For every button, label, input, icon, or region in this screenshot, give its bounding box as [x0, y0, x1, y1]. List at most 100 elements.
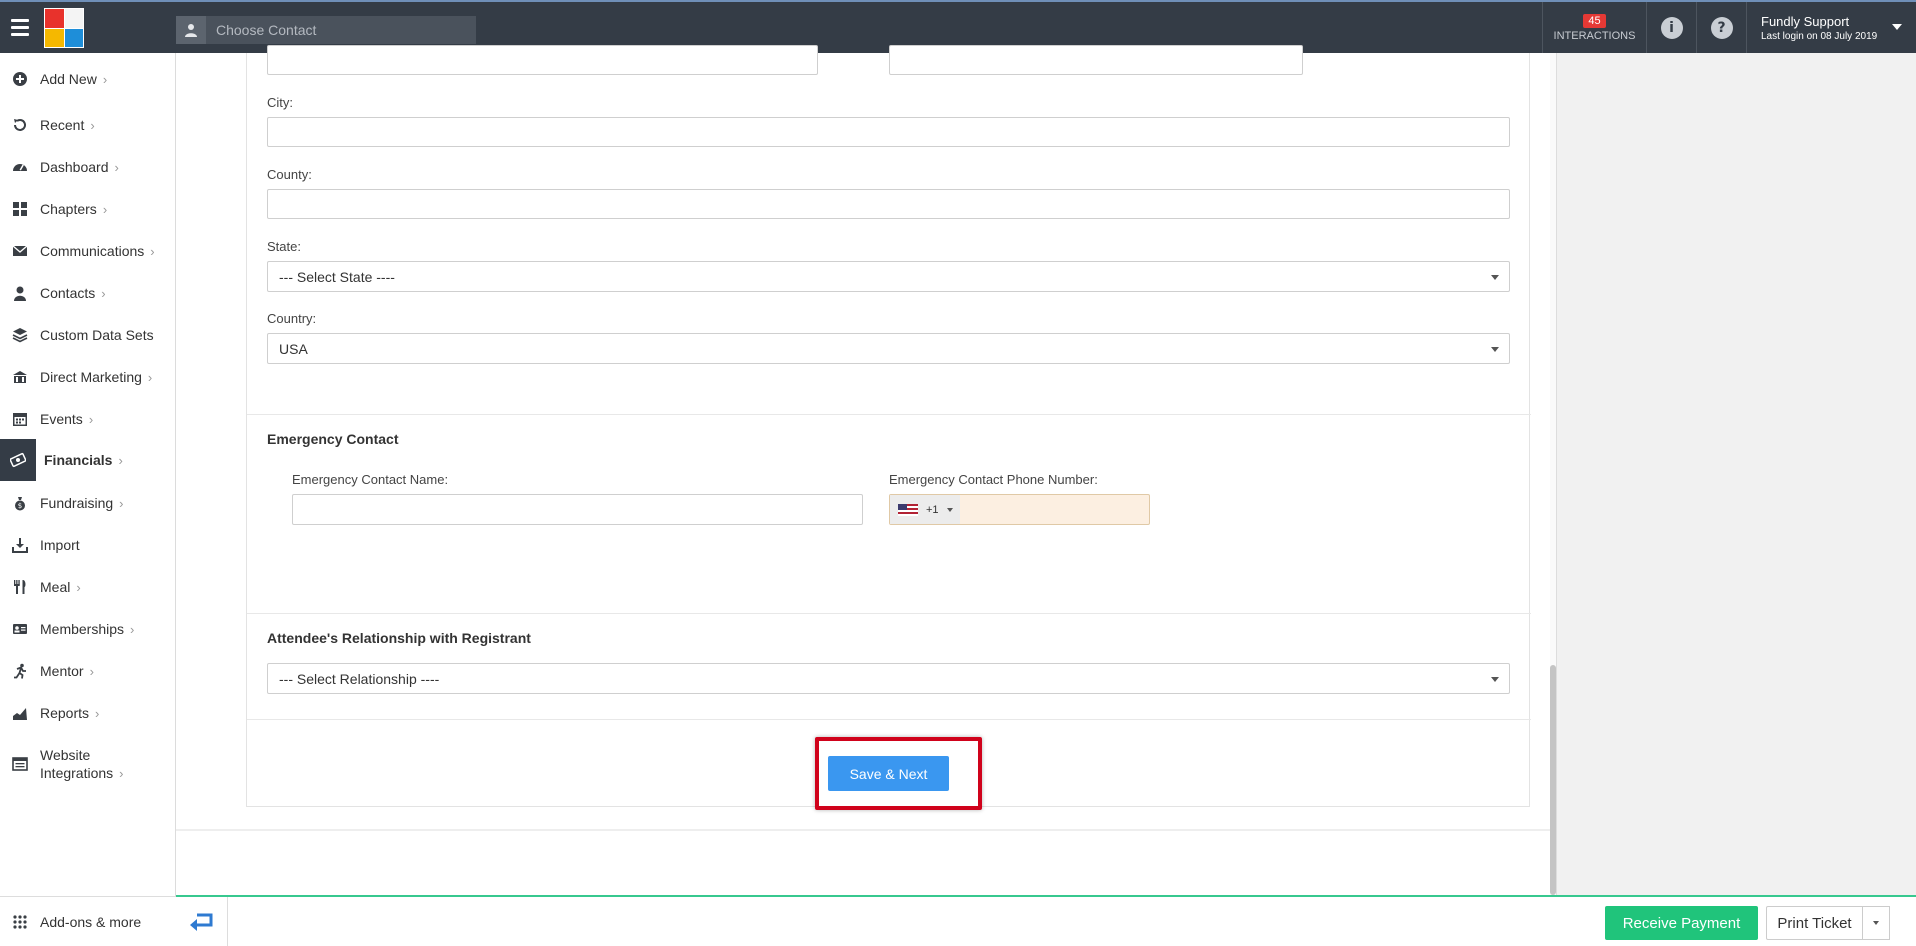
sidebar-item-events[interactable]: Events › [0, 399, 176, 439]
chevron-right-icon: › [102, 201, 108, 217]
chevron-right-icon: › [150, 243, 155, 259]
chevron-right-icon: › [114, 159, 119, 175]
sidebar-item-label: Chapters [40, 201, 97, 217]
last-login: Last login on 08 July 2019 [1761, 30, 1878, 42]
divider [247, 719, 1531, 720]
county-input[interactable] [267, 189, 1510, 219]
sidebar-item-custom-data-sets[interactable]: Custom Data Sets [0, 315, 176, 355]
emergency-name-input[interactable] [292, 494, 863, 525]
sidebar-item-communications[interactable]: Communications › [0, 231, 176, 271]
interactions-button[interactable]: 45 INTERACTIONS [1542, 2, 1646, 53]
user-menu[interactable]: Fundly Support Last login on 08 July 201… [1746, 2, 1916, 53]
state-select[interactable]: --- Select State ---- [267, 261, 1510, 292]
chevron-right-icon: › [95, 705, 100, 721]
user-icon [0, 273, 40, 313]
plus-circle-icon [0, 59, 40, 99]
browser-icon [0, 744, 40, 784]
sidebar-item-import[interactable]: Import [0, 525, 176, 565]
sidebar-item-label: Direct Marketing [40, 369, 142, 385]
chevron-right-icon: › [90, 117, 95, 133]
sidebar-item-label: Recent [40, 117, 85, 133]
chevron-right-icon: › [76, 579, 81, 595]
relationship-select[interactable]: --- Select Relationship ---- [267, 663, 1510, 694]
sidebar-item-reports[interactable]: Reports › [0, 693, 176, 733]
sidebar-item-chapters[interactable]: Chapters › [0, 189, 176, 229]
sidebar-item-meal[interactable]: Meal › [0, 567, 176, 607]
contact-chooser[interactable] [176, 16, 476, 44]
chevron-right-icon: › [102, 71, 108, 87]
sidebar-item-label: Import [40, 537, 80, 553]
sidebar-item-financials[interactable]: Financials › [0, 439, 176, 481]
sidebar-item-add-new[interactable]: Add New › [0, 59, 176, 99]
print-ticket-dropdown[interactable] [1862, 906, 1890, 940]
print-ticket-button[interactable]: Print Ticket [1766, 906, 1863, 940]
svg-text:$: $ [18, 502, 22, 510]
sidebar-item-dashboard[interactable]: Dashboard › [0, 147, 176, 187]
sidebar-item-direct-marketing[interactable]: Direct Marketing › [0, 357, 176, 397]
registration-form-card: City: County: State: --- Select State --… [246, 45, 1531, 807]
receive-payment-button[interactable]: Receive Payment [1605, 906, 1758, 940]
help-icon: ? [1710, 16, 1733, 39]
address-second-input[interactable] [889, 45, 1303, 75]
relationship-title: Attendee's Relationship with Registrant [267, 630, 531, 646]
state-label: State: [267, 239, 301, 254]
id-card-icon [0, 609, 40, 649]
addons-button[interactable]: Add-ons & more [0, 896, 176, 946]
money-bag-icon: $ [0, 483, 40, 523]
bank-icon [0, 357, 40, 397]
sidebar-item-label: Communications [40, 243, 145, 259]
calendar-icon [0, 399, 40, 439]
chevron-right-icon: › [118, 452, 123, 468]
sidebar-item-label: Meal [40, 579, 71, 595]
import-icon [0, 525, 40, 565]
sidebar-item-label: Reports [40, 705, 90, 721]
sidebar-item-recent[interactable]: Recent › [0, 105, 176, 145]
money-icon [0, 439, 36, 481]
city-label: City: [267, 95, 293, 110]
cutlery-icon [0, 567, 40, 607]
sidebar-item-memberships[interactable]: Memberships › [0, 609, 176, 649]
save-and-next-button[interactable]: Save & Next [828, 756, 949, 791]
address-line-input[interactable] [267, 45, 818, 75]
divider [247, 414, 1531, 415]
emergency-phone-label: Emergency Contact Phone Number: [889, 472, 1098, 487]
sidebar-item-label: Custom Data Sets [40, 327, 154, 343]
help-button[interactable]: ? [1696, 2, 1746, 53]
app-logo[interactable] [44, 8, 84, 48]
choose-contact-input[interactable] [206, 16, 476, 44]
running-icon [0, 651, 40, 691]
city-input[interactable] [267, 117, 1510, 147]
envelope-icon [0, 231, 40, 271]
sidebar-item-label-line2: Integrations [40, 764, 114, 781]
menu-icon[interactable] [0, 2, 40, 53]
sidebar-item-website-integrations[interactable]: Website Integrations › [0, 737, 176, 791]
sidebar-item-fundraising[interactable]: $ Fundraising › [0, 483, 176, 523]
sidebar-item-label: Contacts [40, 285, 96, 301]
sidebar-item-contacts[interactable]: Contacts › [0, 273, 176, 313]
chart-icon [0, 693, 40, 733]
relationship-select-value: --- Select Relationship ---- [279, 670, 440, 687]
user-icon [176, 16, 206, 44]
sidebar-item-label: Fundraising [40, 495, 114, 511]
interactions-count-badge: 45 [1583, 13, 1606, 28]
chevron-down-icon [1491, 275, 1499, 280]
dashboard-icon [0, 147, 40, 187]
info-button[interactable]: i [1646, 2, 1696, 53]
sidebar-item-label-line1: Website [40, 746, 91, 763]
country-select-value: USA [279, 340, 308, 357]
grid-icon [0, 189, 40, 229]
return-arrow-icon [189, 913, 212, 931]
apps-grid-icon [0, 902, 40, 942]
country-code-selector[interactable]: +1 [890, 495, 960, 524]
sidebar-item-label: Add New [40, 71, 97, 87]
back-button[interactable] [176, 897, 228, 946]
sidebar-item-label: Website Integrations › [40, 746, 124, 783]
emergency-phone-input[interactable]: +1 [889, 494, 1150, 525]
country-select[interactable]: USA [267, 333, 1510, 364]
history-icon [0, 105, 40, 145]
sidebar-item-mentor[interactable]: Mentor › [0, 651, 176, 691]
chevron-right-icon: › [101, 285, 106, 301]
sidebar-item-label: Memberships [40, 621, 125, 637]
chevron-right-icon: › [147, 369, 153, 385]
sidebar-item-label: Events [40, 411, 83, 427]
